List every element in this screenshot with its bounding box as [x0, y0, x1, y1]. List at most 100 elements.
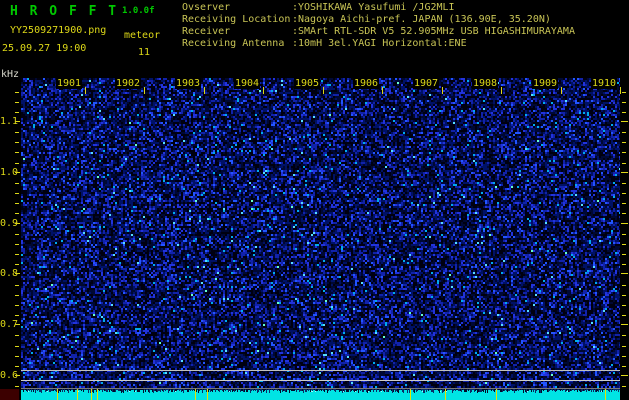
y-tick-major-left [15, 324, 20, 325]
y-tick-minor-left [15, 366, 19, 367]
y-tick-label: 1.1 [0, 116, 19, 127]
event-marker [77, 389, 78, 400]
y-tick-minor-left [15, 305, 19, 306]
y-tick-minor-left [15, 92, 19, 93]
y-tick-major-right [621, 223, 628, 224]
y-tick-minor-left [15, 203, 19, 204]
y-tick-minor-right [622, 335, 626, 336]
y-tick-minor-left [15, 234, 19, 235]
y-tick-minor-right [622, 346, 626, 347]
spectrogram-canvas [21, 78, 620, 389]
y-axis-unit-label: kHz [1, 69, 20, 80]
x-tick-minute [204, 87, 205, 94]
y-tick-minor-left [15, 183, 19, 184]
info-label: Receiving Antenna [182, 38, 285, 49]
y-tick-minor-left [15, 193, 19, 194]
observer-info-block: Ovserver:YOSHIKAWA Yasufumi /JG2MLI Recei… [182, 2, 575, 50]
x-tick-minute [501, 87, 502, 94]
y-tick-label: 1.0 [0, 167, 19, 178]
y-tick-minor-right [622, 305, 626, 306]
y-tick-minor-left [15, 254, 19, 255]
y-tick-label: 0.9 [0, 218, 19, 229]
x-tick-minute [382, 87, 383, 94]
datetime-label: 25.09.27 19:00 [2, 43, 87, 54]
y-tick-minor-left [15, 386, 19, 387]
y-tick-minor-right [622, 295, 626, 296]
y-tick-major-right [621, 273, 628, 274]
output-filename: YY2509271900.png [10, 25, 107, 36]
y-tick-minor-left [15, 335, 19, 336]
x-tick-label: 1909 [532, 78, 559, 89]
x-tick-label: 1901 [56, 78, 83, 89]
info-value: :YOSHIKAWA Yasufumi /JG2MLI [292, 2, 455, 13]
y-tick-major-right [621, 172, 628, 173]
y-tick-minor-right [622, 152, 626, 153]
y-tick-major-left [15, 375, 20, 376]
info-label: Receiver [182, 26, 231, 37]
x-tick-label: 1902 [115, 78, 142, 89]
info-value: :Nagoya Aichi-pref. JAPAN (136.90E, 35.2… [292, 14, 551, 25]
y-tick-minor-right [622, 254, 626, 255]
x-tick-label: 1906 [353, 78, 380, 89]
event-marker [91, 389, 92, 400]
x-tick-label: 1905 [294, 78, 321, 89]
info-label: Ovserver [182, 2, 231, 13]
app-title: H R O F F T [10, 4, 119, 19]
meteor-count: 11 [138, 47, 151, 58]
y-tick-major-left [15, 273, 20, 274]
y-tick-minor-right [622, 356, 626, 357]
y-tick-minor-left [15, 244, 19, 245]
y-tick-minor-left [15, 295, 19, 296]
event-marker [496, 389, 497, 400]
info-label: Receiving Location [182, 14, 291, 25]
y-tick-minor-right [622, 102, 626, 103]
y-tick-minor-right [622, 315, 626, 316]
y-tick-minor-left [15, 264, 19, 265]
event-marker [207, 389, 208, 400]
level-band-canvas [21, 389, 620, 400]
y-tick-minor-right [622, 234, 626, 235]
y-tick-major-left [15, 172, 20, 173]
y-tick-minor-left [15, 213, 19, 214]
y-tick-minor-right [622, 183, 626, 184]
y-tick-minor-right [622, 112, 626, 113]
x-tick-label: 1904 [234, 78, 261, 89]
y-tick-label: 0.8 [0, 268, 19, 279]
y-tick-minor-right [622, 142, 626, 143]
x-tick-label: 1908 [472, 78, 499, 89]
x-tick-minute [620, 87, 621, 94]
event-marker [57, 389, 58, 400]
y-tick-minor-left [15, 356, 19, 357]
event-marker [410, 389, 411, 400]
event-marker [445, 389, 446, 400]
y-tick-minor-left [15, 346, 19, 347]
event-marker [605, 389, 606, 400]
info-row-2: Receiver :SMArt RTL-SDR V5 52.905MHz USB … [182, 26, 575, 38]
x-tick-label: 1910 [591, 78, 618, 89]
carrier-line-1 [21, 370, 620, 371]
y-tick-major-left [15, 223, 20, 224]
mode-label: meteor [124, 30, 161, 41]
x-tick-minute [144, 87, 145, 94]
y-tick-minor-left [15, 285, 19, 286]
y-tick-minor-right [622, 285, 626, 286]
y-tick-label: 0.6 [0, 370, 19, 381]
y-tick-minor-left [15, 142, 19, 143]
info-value: :10mH 3el.YAGI Horizontal:ENE [292, 38, 467, 49]
hrofft-screenshot: H R O F F T 1.0.0f YY2509271900.png mete… [0, 0, 629, 400]
y-tick-label: 0.7 [0, 319, 19, 330]
y-tick-major-left [15, 121, 20, 122]
x-tick-minute [561, 87, 562, 94]
y-tick-minor-right [622, 92, 626, 93]
y-tick-minor-right [622, 132, 626, 133]
y-tick-minor-right [622, 163, 626, 164]
carrier-line-2 [21, 380, 620, 381]
x-tick-label: 1903 [175, 78, 202, 89]
info-row-3: Receiving Antenna :10mH 3el.YAGI Horizont… [182, 38, 575, 50]
y-tick-minor-right [622, 244, 626, 245]
info-value: :SMArt RTL-SDR V5 52.905MHz USB HIGASHIM… [292, 26, 575, 37]
y-tick-minor-left [15, 315, 19, 316]
y-tick-minor-left [15, 152, 19, 153]
y-tick-minor-right [622, 213, 626, 214]
y-tick-minor-right [622, 264, 626, 265]
